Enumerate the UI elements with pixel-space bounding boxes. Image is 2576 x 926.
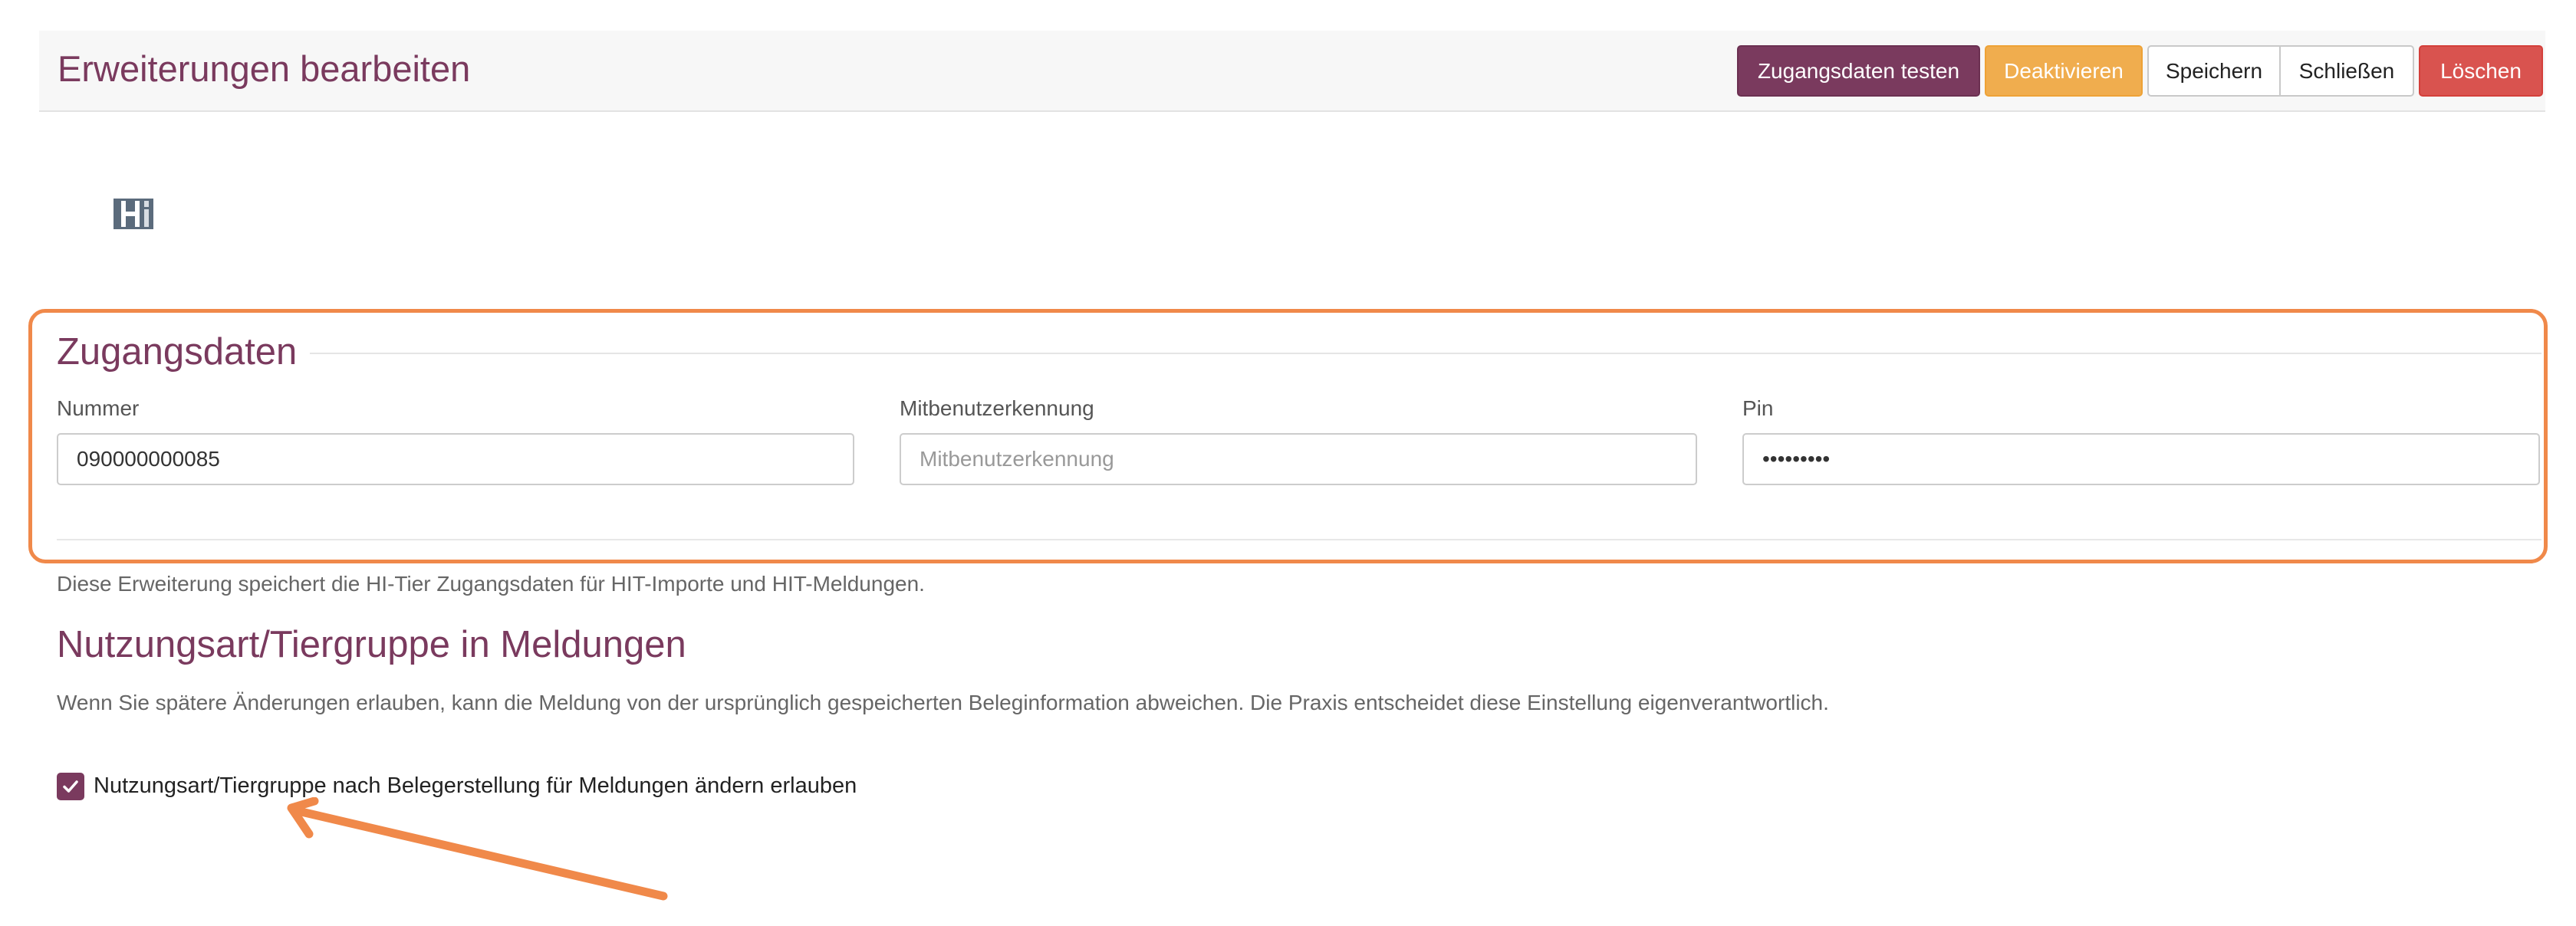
fieldset-bottom-divider bbox=[57, 539, 2541, 540]
usage-description: Wenn Sie spätere Änderungen erlauben, ka… bbox=[57, 691, 1829, 714]
checkmark-icon bbox=[63, 780, 78, 793]
mitbenutzer-label: Mitbenutzerkennung bbox=[900, 396, 1094, 420]
close-button[interactable]: Schließen bbox=[2281, 45, 2414, 97]
hi-tier-logo-icon bbox=[114, 199, 153, 229]
nummer-label: Nummer bbox=[57, 396, 140, 420]
annotation-arrow-icon bbox=[287, 797, 668, 901]
page-title: Erweiterungen bearbeiten bbox=[58, 48, 471, 89]
mitbenutzer-input[interactable] bbox=[900, 433, 1697, 485]
delete-button[interactable]: Löschen bbox=[2419, 45, 2543, 97]
test-credentials-button[interactable]: Zugangsdaten testen bbox=[1737, 45, 1980, 97]
deactivate-button[interactable]: Deaktivieren bbox=[1985, 45, 2143, 97]
usage-section-title: Nutzungsart/Tiergruppe in Meldungen bbox=[57, 624, 686, 665]
allow-change-label: Nutzungsart/Tiergruppe nach Belegerstell… bbox=[94, 773, 857, 798]
pin-label: Pin bbox=[1742, 396, 1774, 420]
save-button[interactable]: Speichern bbox=[2147, 45, 2281, 97]
pin-input[interactable] bbox=[1742, 433, 2540, 485]
credentials-help-text: Diese Erweiterung speichert die HI-Tier … bbox=[57, 572, 925, 596]
nummer-input[interactable] bbox=[57, 433, 854, 485]
fieldset-divider bbox=[310, 353, 2541, 354]
credentials-section-title: Zugangsdaten bbox=[57, 330, 298, 375]
allow-change-checkbox[interactable] bbox=[57, 773, 84, 800]
header-bar: Erweiterungen bearbeiten Zugangsdaten te… bbox=[39, 31, 2545, 112]
